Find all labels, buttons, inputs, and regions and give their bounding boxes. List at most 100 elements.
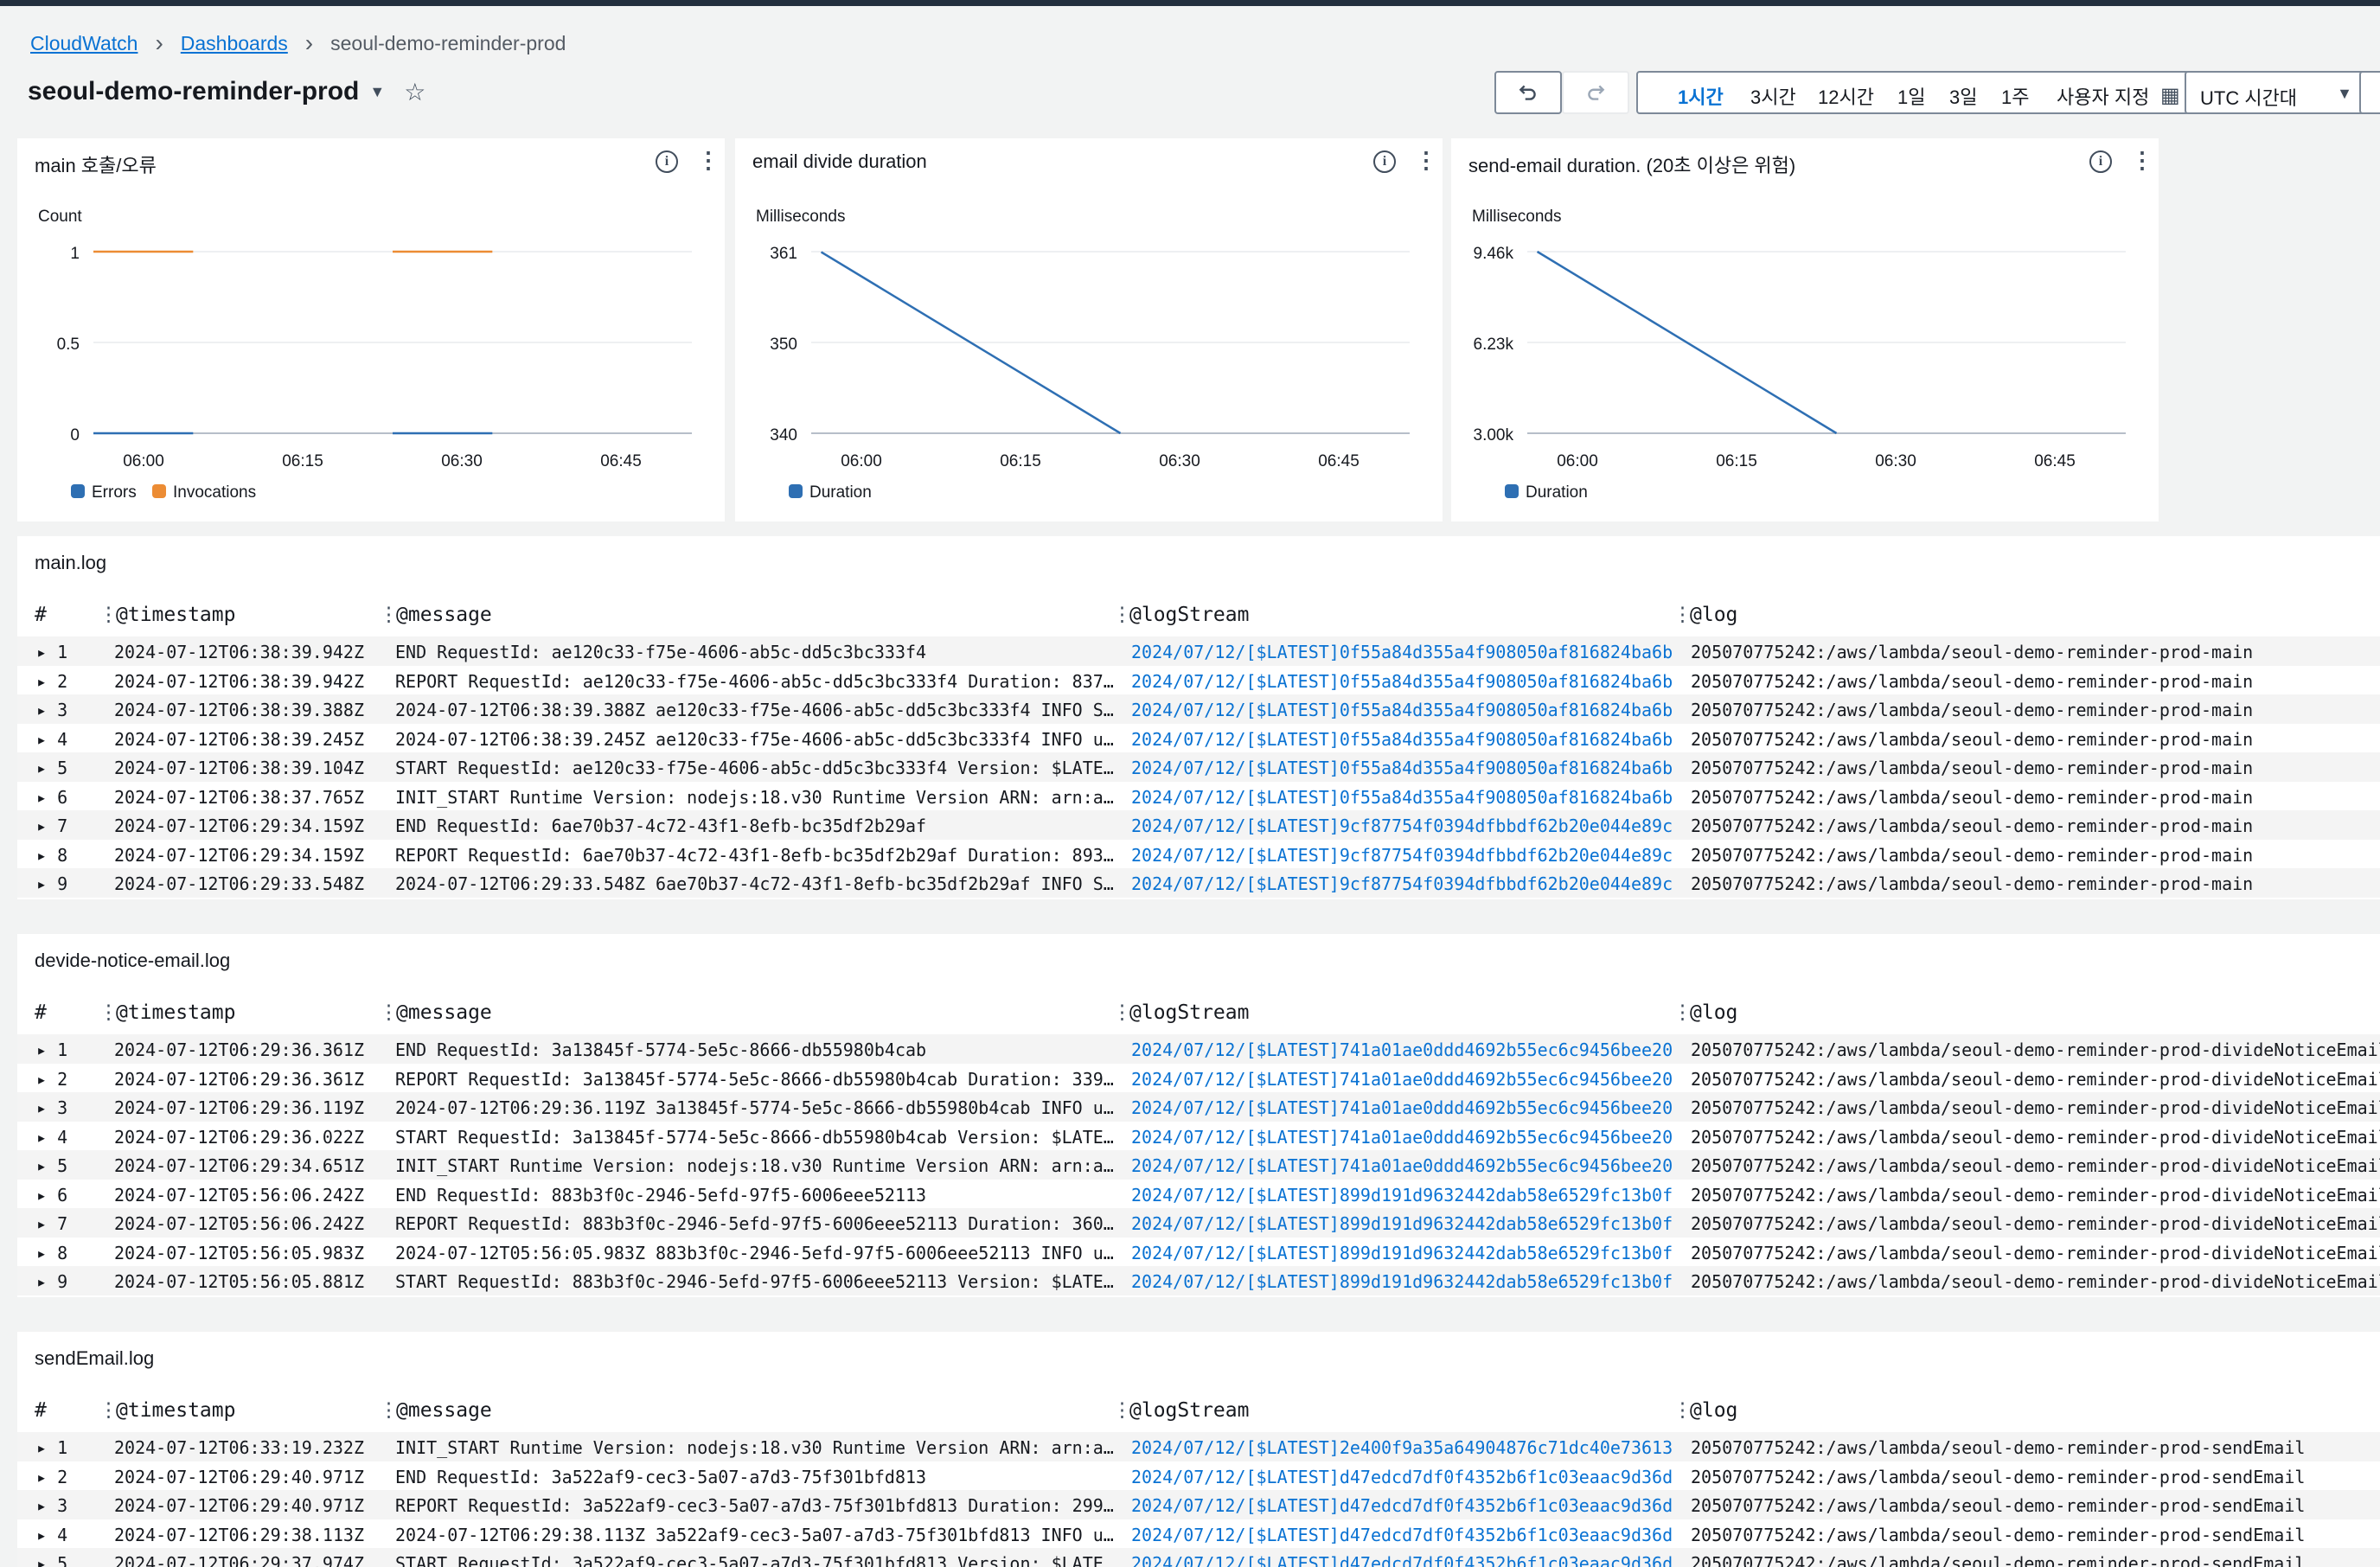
expand-row-icon[interactable]: ▸ xyxy=(36,1467,57,1487)
refresh-button[interactable] xyxy=(2359,71,2380,114)
col-header-logstream[interactable]: @logStream xyxy=(1129,1399,1249,1422)
cell-logstream[interactable]: 2024/07/12/[$LATEST]741a01ae0ddd4692b55e… xyxy=(1131,1069,1685,1090)
expand-row-icon[interactable]: ▸ xyxy=(36,787,57,808)
cell-logstream[interactable]: 2024/07/12/[$LATEST]899d191d9632442dab58… xyxy=(1131,1243,1685,1263)
breadcrumb-dashboards[interactable]: Dashboards xyxy=(181,32,288,55)
table-row[interactable]: ▸ 5 2024-07-12T06:38:39.104Z START Request… xyxy=(17,752,2380,782)
legend-duration: Duration xyxy=(809,483,872,502)
table-row[interactable]: ▸ 3 2024-07-12T06:29:36.119Z 2024-07-12T06… xyxy=(17,1092,2380,1122)
expand-row-icon[interactable]: ▸ xyxy=(36,758,57,778)
expand-row-icon[interactable]: ▸ xyxy=(36,1039,57,1060)
expand-row-icon[interactable]: ▸ xyxy=(36,729,57,750)
expand-row-icon[interactable]: ▸ xyxy=(36,845,57,866)
timezone-select[interactable]: UTC 시간대 ▼ xyxy=(2185,71,2370,114)
expand-row-icon[interactable]: ▸ xyxy=(36,671,57,692)
table-row[interactable]: ▸ 1 2024-07-12T06:29:36.361Z END RequestId… xyxy=(17,1034,2380,1064)
cell-logstream[interactable]: 2024/07/12/[$LATEST]0f55a84d355a4f908050… xyxy=(1131,758,1685,778)
col-header-log[interactable]: @log xyxy=(1690,604,1737,626)
cell-logstream[interactable]: 2024/07/12/[$LATEST]741a01ae0ddd4692b55e… xyxy=(1131,1039,1685,1060)
cell-logstream[interactable]: 2024/07/12/[$LATEST]0f55a84d355a4f908050… xyxy=(1131,787,1685,808)
table-row[interactable]: ▸ 7 2024-07-12T06:29:34.159Z END RequestId… xyxy=(17,810,2380,840)
table-row[interactable]: ▸ 5 2024-07-12T06:29:34.651Z INIT_START Ru… xyxy=(17,1150,2380,1180)
cell-logstream[interactable]: 2024/07/12/[$LATEST]9cf87754f0394dfbbdf6… xyxy=(1131,845,1685,866)
table-row[interactable]: ▸ 3 2024-07-12T06:38:39.388Z 2024-07-12T06… xyxy=(17,694,2380,724)
cell-message: INIT_START Runtime Version: nodejs:18.v3… xyxy=(395,1437,1120,1458)
calendar-icon[interactable]: ▦ xyxy=(2160,83,2180,108)
table-row[interactable]: ▸ 1 2024-07-12T06:33:19.232Z INIT_START Ru… xyxy=(17,1432,2380,1461)
cell-logstream[interactable]: 2024/07/12/[$LATEST]0f55a84d355a4f908050… xyxy=(1131,642,1685,662)
expand-row-icon[interactable]: ▸ xyxy=(36,1069,57,1090)
range-1h[interactable]: 1시간 xyxy=(1678,82,1724,110)
col-header-message[interactable]: @message xyxy=(396,1001,492,1024)
expand-row-icon[interactable]: ▸ xyxy=(36,1127,57,1148)
expand-row-icon[interactable]: ▸ xyxy=(36,815,57,836)
table-row[interactable]: ▸ 6 2024-07-12T06:38:37.765Z INIT_START Ru… xyxy=(17,782,2380,811)
range-1w[interactable]: 1주 xyxy=(2001,82,2029,110)
caret-down-icon[interactable]: ▼ xyxy=(369,83,385,101)
cell-logstream[interactable]: 2024/07/12/[$LATEST]741a01ae0ddd4692b55e… xyxy=(1131,1155,1685,1176)
cell-logstream[interactable]: 2024/07/12/[$LATEST]741a01ae0ddd4692b55e… xyxy=(1131,1127,1685,1148)
expand-row-icon[interactable]: ▸ xyxy=(36,1243,57,1263)
table-row[interactable]: ▸ 9 2024-07-12T05:56:05.881Z START Request… xyxy=(17,1266,2380,1295)
y-unit-label: Count xyxy=(38,208,82,226)
table-row[interactable]: ▸ 4 2024-07-12T06:29:38.113Z 2024-07-12T06… xyxy=(17,1519,2380,1549)
table-row[interactable]: ▸ 2 2024-07-12T06:29:36.361Z REPORT Reques… xyxy=(17,1064,2380,1093)
table-row[interactable]: ▸ 7 2024-07-12T05:56:06.242Z REPORT Reques… xyxy=(17,1208,2380,1238)
cell-logstream[interactable]: 2024/07/12/[$LATEST]899d191d9632442dab58… xyxy=(1131,1213,1685,1234)
range-custom[interactable]: 사용자 지정 xyxy=(2057,82,2149,110)
expand-row-icon[interactable]: ▸ xyxy=(36,1097,57,1118)
cell-logstream[interactable]: 2024/07/12/[$LATEST]2e400f9a35a64904876c… xyxy=(1131,1437,1685,1458)
table-row[interactable]: ▸ 6 2024-07-12T05:56:06.242Z END RequestId… xyxy=(17,1180,2380,1209)
undo-button[interactable] xyxy=(1494,71,1562,114)
expand-row-icon[interactable]: ▸ xyxy=(36,1437,57,1458)
expand-row-icon[interactable]: ▸ xyxy=(36,700,57,720)
cell-logstream[interactable]: 2024/07/12/[$LATEST]0f55a84d355a4f908050… xyxy=(1131,700,1685,720)
breadcrumb-cloudwatch[interactable]: CloudWatch xyxy=(30,32,138,55)
table-row[interactable]: ▸ 4 2024-07-12T06:38:39.245Z 2024-07-12T06… xyxy=(17,724,2380,753)
cell-logstream[interactable]: 2024/07/12/[$LATEST]d47edcd7df0f4352b6f1… xyxy=(1131,1525,1685,1545)
col-header-logstream[interactable]: @logStream xyxy=(1129,1001,1249,1024)
expand-row-icon[interactable]: ▸ xyxy=(36,873,57,894)
cell-logstream[interactable]: 2024/07/12/[$LATEST]899d191d9632442dab58… xyxy=(1131,1271,1685,1292)
table-row[interactable]: ▸ 1 2024-07-12T06:38:39.942Z END RequestId… xyxy=(17,636,2380,666)
range-12h[interactable]: 12시간 xyxy=(1818,82,1874,110)
col-header-logstream[interactable]: @logStream xyxy=(1129,604,1249,626)
col-header-log[interactable]: @log xyxy=(1690,1399,1737,1422)
table-row[interactable]: ▸ 4 2024-07-12T06:29:36.022Z START Request… xyxy=(17,1122,2380,1151)
range-1d[interactable]: 1일 xyxy=(1897,82,1925,110)
col-header-message[interactable]: @message xyxy=(396,604,492,626)
col-header-timestamp[interactable]: @timestamp xyxy=(116,1399,235,1422)
col-header-log[interactable]: @log xyxy=(1690,1001,1737,1024)
star-icon[interactable]: ☆ xyxy=(404,78,425,106)
col-header-timestamp[interactable]: @timestamp xyxy=(116,1001,235,1024)
cell-logstream[interactable]: 2024/07/12/[$LATEST]d47edcd7df0f4352b6f1… xyxy=(1131,1553,1685,1567)
cell-logstream[interactable]: 2024/07/12/[$LATEST]899d191d9632442dab58… xyxy=(1131,1185,1685,1206)
table-row[interactable]: ▸ 8 2024-07-12T05:56:05.983Z 2024-07-12T05… xyxy=(17,1238,2380,1267)
table-row[interactable]: ▸ 8 2024-07-12T06:29:34.159Z REPORT Reques… xyxy=(17,840,2380,869)
table-row[interactable]: ▸ 9 2024-07-12T06:29:33.548Z 2024-07-12T06… xyxy=(17,868,2380,898)
expand-row-icon[interactable]: ▸ xyxy=(36,1213,57,1234)
col-header-timestamp[interactable]: @timestamp xyxy=(116,604,235,626)
expand-row-icon[interactable]: ▸ xyxy=(36,1271,57,1292)
table-row[interactable]: ▸ 2 2024-07-12T06:38:39.942Z REPORT Reques… xyxy=(17,666,2380,695)
expand-row-icon[interactable]: ▸ xyxy=(36,642,57,662)
col-header-message[interactable]: @message xyxy=(396,1399,492,1422)
expand-row-icon[interactable]: ▸ xyxy=(36,1155,57,1176)
cell-logstream[interactable]: 2024/07/12/[$LATEST]d47edcd7df0f4352b6f1… xyxy=(1131,1467,1685,1487)
table-row[interactable]: ▸ 3 2024-07-12T06:29:40.971Z REPORT Reques… xyxy=(17,1490,2380,1519)
cell-logstream[interactable]: 2024/07/12/[$LATEST]d47edcd7df0f4352b6f1… xyxy=(1131,1495,1685,1516)
cell-logstream[interactable]: 2024/07/12/[$LATEST]9cf87754f0394dfbbdf6… xyxy=(1131,815,1685,836)
range-3d[interactable]: 3일 xyxy=(1949,82,1977,110)
cell-logstream[interactable]: 2024/07/12/[$LATEST]9cf87754f0394dfbbdf6… xyxy=(1131,873,1685,894)
redo-button[interactable] xyxy=(1562,71,1629,114)
table-row[interactable]: ▸ 5 2024-07-12T06:29:37.974Z START Request… xyxy=(17,1548,2380,1567)
cell-logstream[interactable]: 2024/07/12/[$LATEST]0f55a84d355a4f908050… xyxy=(1131,671,1685,692)
expand-row-icon[interactable]: ▸ xyxy=(36,1495,57,1516)
expand-row-icon[interactable]: ▸ xyxy=(36,1525,57,1545)
range-3h[interactable]: 3시간 xyxy=(1750,82,1796,110)
expand-row-icon[interactable]: ▸ xyxy=(36,1185,57,1206)
table-row[interactable]: ▸ 2 2024-07-12T06:29:40.971Z END RequestId… xyxy=(17,1461,2380,1491)
cell-logstream[interactable]: 2024/07/12/[$LATEST]741a01ae0ddd4692b55e… xyxy=(1131,1097,1685,1118)
cell-logstream[interactable]: 2024/07/12/[$LATEST]0f55a84d355a4f908050… xyxy=(1131,729,1685,750)
expand-row-icon[interactable]: ▸ xyxy=(36,1553,57,1567)
